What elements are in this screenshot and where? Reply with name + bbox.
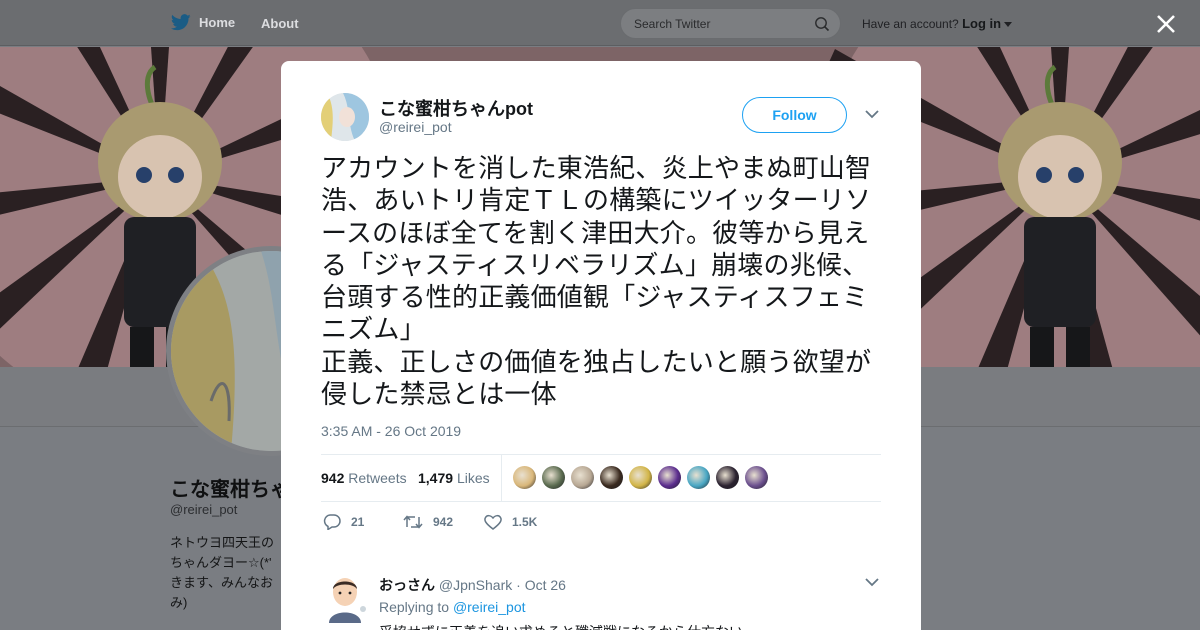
tweet-author-handle[interactable]: @reirei_pot (379, 119, 452, 135)
reply-tweet[interactable]: おっさん @JpnShark · Oct 26 Replying to @rei… (321, 571, 881, 630)
like-button[interactable]: 1.5K (484, 514, 537, 530)
replying-to-prefix: Replying to (379, 599, 450, 615)
liker-avatar[interactable] (716, 466, 739, 489)
tweet-author-avatar-image (321, 93, 369, 141)
tweet-stats: 942 Retweets 1,479 Likes (321, 454, 881, 502)
reply-author-handle[interactable]: @JpnShark (439, 577, 512, 593)
account-prompt: Have an account? (862, 17, 959, 31)
retweet-stat-label: Retweets (348, 470, 407, 486)
tweet-timestamp[interactable]: 3:35 AM - 26 Oct 2019 (321, 423, 461, 439)
reply-header: おっさん @JpnShark · Oct 26 (379, 575, 566, 595)
tweet-author-name[interactable]: こな蜜柑ちゃんpot (379, 95, 533, 121)
reply-separator: · (516, 577, 521, 593)
caret-down-icon[interactable] (1004, 22, 1013, 28)
reply-chevron-down-icon[interactable] (865, 577, 879, 587)
liker-avatar[interactable] (571, 466, 594, 489)
retweet-button[interactable]: 942 (403, 514, 453, 530)
stats-divider (501, 455, 502, 502)
nav-about-link[interactable]: About (261, 16, 299, 31)
twitter-bird-icon (171, 14, 191, 31)
heart-icon (484, 514, 502, 530)
liker-avatar[interactable] (745, 466, 768, 489)
like-stat-count: 1,479 (418, 470, 454, 486)
follow-button[interactable]: Follow (742, 97, 847, 133)
nav-home-label: Home (199, 15, 236, 30)
tweet-author-avatar[interactable] (321, 93, 369, 141)
liker-avatars (513, 466, 768, 489)
top-nav: Home About Search Twitter Have an accoun… (0, 0, 1200, 46)
reply-icon (323, 514, 341, 530)
close-icon[interactable] (1154, 12, 1178, 36)
liker-avatar[interactable] (658, 466, 681, 489)
profile-name: こな蜜柑ちゃ (170, 479, 290, 501)
reply-author-avatar[interactable] (325, 575, 369, 623)
profile-bio: ネトウヨ四天王の ちゃんダヨー☆(*' きます、みんなお み) (170, 535, 275, 610)
retweet-stat-count: 942 (321, 470, 345, 486)
login-link[interactable]: Log in (962, 16, 1001, 31)
like-stat-label: Likes (456, 470, 490, 486)
liker-avatar[interactable] (513, 466, 536, 489)
liker-avatar[interactable] (600, 466, 623, 489)
tweet-modal: こな蜜柑ちゃんpot @reirei_pot Follow アカウントを消した東… (281, 61, 921, 630)
tweet-actions: 21 942 1.5K (321, 514, 881, 534)
reply-count: 21 (351, 515, 365, 529)
search-icon[interactable] (814, 16, 830, 32)
chevron-down-icon[interactable] (865, 109, 879, 119)
retweet-icon (403, 515, 423, 529)
replying-to: Replying to @reirei_pot (379, 599, 526, 615)
reply-text: 妥協せずに正義を追い求めると殲滅戦になるから仕方ない (379, 622, 743, 630)
profile-handle: @reirei_pot (170, 502, 238, 517)
liker-avatar[interactable] (629, 466, 652, 489)
replying-to-handle[interactable]: @reirei_pot (453, 599, 526, 615)
nav-home-link[interactable]: Home (171, 14, 235, 31)
liker-avatar[interactable] (687, 466, 710, 489)
account-area: Have an account? Log in (862, 16, 1013, 31)
retweet-stat[interactable]: 942 Retweets (321, 470, 407, 486)
like-action-count: 1.5K (512, 515, 538, 529)
reply-author-name[interactable]: おっさん (379, 577, 435, 593)
reply-button[interactable]: 21 (323, 514, 364, 530)
like-stat[interactable]: 1,479 Likes (418, 470, 490, 486)
search-input[interactable]: Search Twitter (620, 8, 841, 39)
tweet-text: アカウントを消した東浩紀、炎上やまぬ町山智浩、あいトリ肯定ＴＬの構築にツイッター… (321, 154, 872, 411)
retweet-action-count: 942 (433, 515, 454, 529)
search-placeholder: Search Twitter (634, 17, 711, 31)
reply-date[interactable]: Oct 26 (525, 577, 566, 593)
liker-avatar[interactable] (542, 466, 565, 489)
